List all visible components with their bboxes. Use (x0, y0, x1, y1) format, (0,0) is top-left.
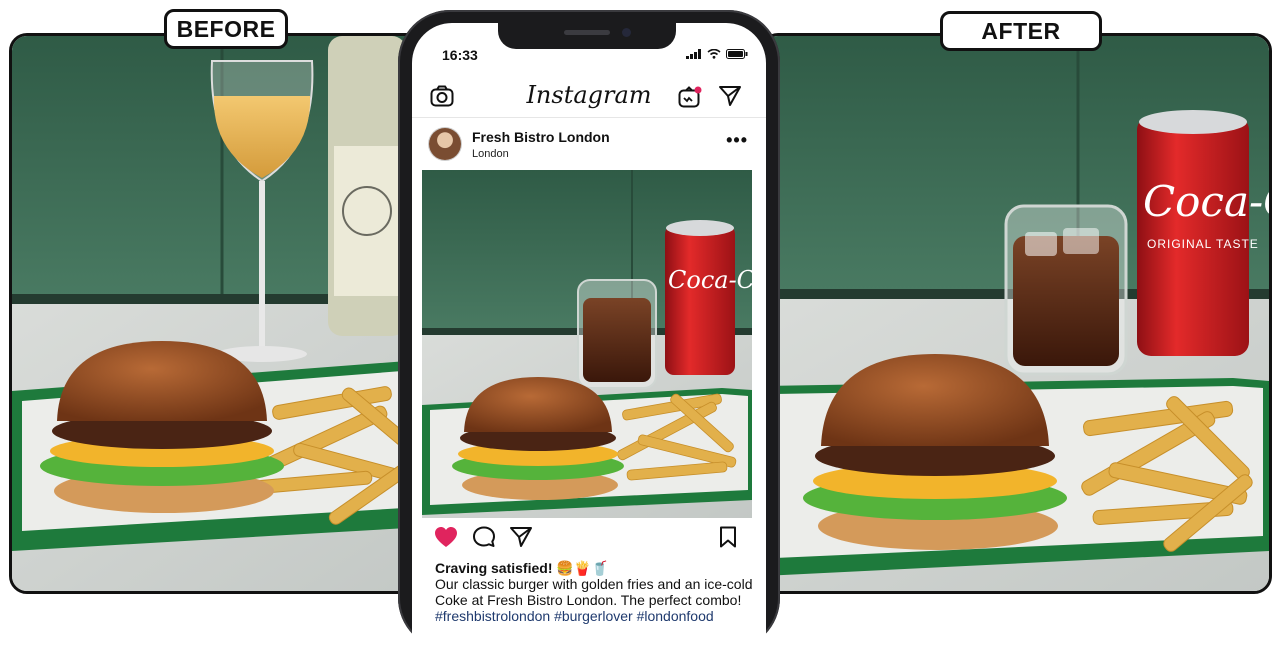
status-time: 16:33 (442, 47, 478, 63)
instagram-header: Instagram (412, 79, 766, 118)
front-camera (622, 28, 631, 37)
post-image[interactable]: Coca-Cola (422, 170, 752, 518)
svg-text:Coca-Cola: Coca-Cola (668, 266, 752, 294)
before-label: BEFORE (164, 9, 288, 49)
hashtag-londonfood[interactable]: #londonfood (637, 608, 714, 624)
post-caption: Craving satisfied! 🍔🍟🥤 Our classic burge… (435, 560, 755, 624)
post-actions (412, 526, 766, 556)
post-location[interactable]: London (472, 148, 509, 160)
after-photo: Coca-Cola ORIGINAL TASTE (760, 33, 1272, 594)
hashtag-freshbistrolondon[interactable]: #freshbistrolondon (435, 608, 550, 624)
share-icon[interactable] (509, 526, 533, 548)
post-header: Fresh Bistro London London ••• (412, 121, 766, 169)
bookmark-icon[interactable] (718, 526, 738, 548)
comment-icon[interactable] (472, 526, 496, 548)
svg-text:ORIGINAL TASTE: ORIGINAL TASTE (1147, 237, 1259, 251)
heart-icon[interactable] (434, 526, 458, 548)
phone-notch (498, 23, 676, 49)
status-icons (686, 49, 748, 59)
igtv-icon[interactable] (678, 85, 702, 109)
caption-title: Craving satisfied! 🍔🍟🥤 (435, 560, 609, 576)
after-label: AFTER (940, 11, 1102, 51)
account-name[interactable]: Fresh Bistro London (472, 129, 610, 145)
battery-icon (726, 49, 748, 59)
signal-icon (686, 49, 701, 59)
speaker-grille (564, 30, 610, 35)
caption-body: Our classic burger with golden fries and… (435, 576, 753, 608)
hashtag-burgerlover[interactable]: #burgerlover (554, 608, 633, 624)
avatar[interactable] (429, 128, 461, 160)
before-photo (9, 33, 445, 594)
wifi-icon (707, 49, 721, 59)
svg-text:Coca-Cola: Coca-Cola (1143, 177, 1269, 226)
instagram-logo: Instagram (526, 81, 652, 109)
direct-message-icon[interactable] (718, 85, 742, 107)
phone-mockup: 16:33 Instagram Fresh Bistro London Lond… (398, 10, 780, 663)
phone-screen: 16:33 Instagram Fresh Bistro London Lond… (412, 23, 766, 663)
more-options-icon[interactable]: ••• (726, 130, 748, 151)
